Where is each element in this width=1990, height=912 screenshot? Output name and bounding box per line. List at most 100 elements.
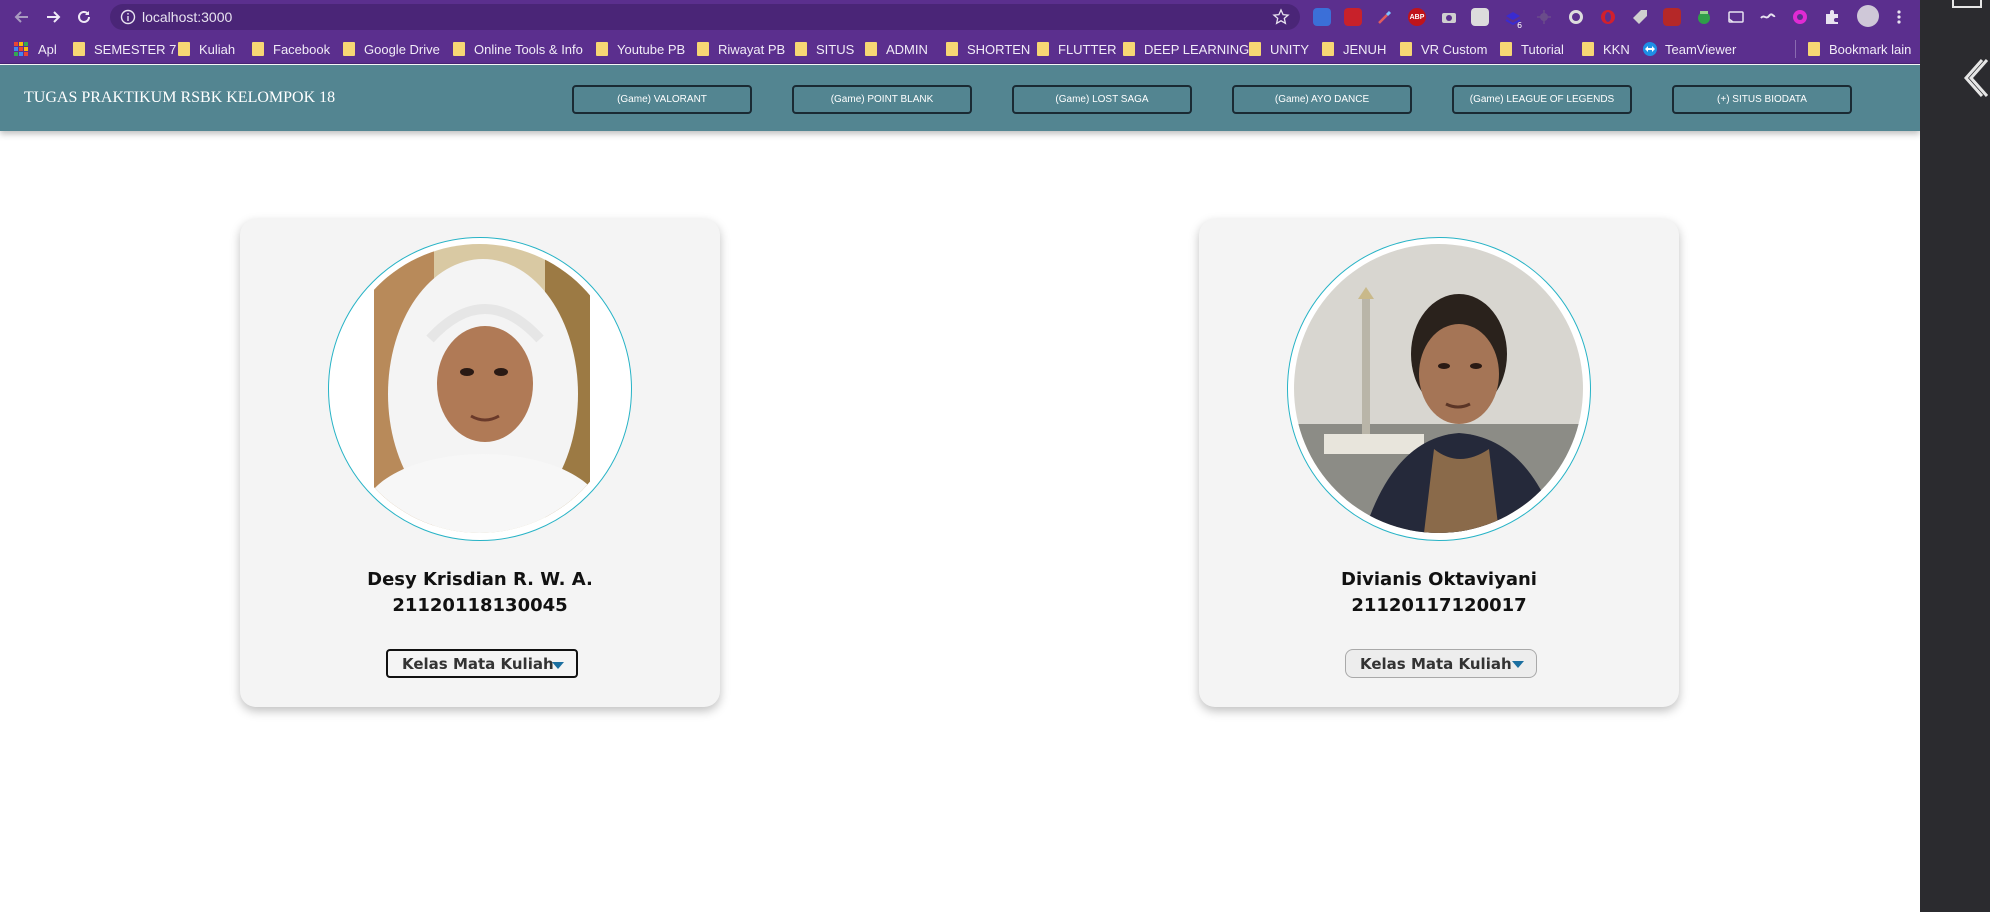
window-control-icon[interactable] <box>1952 0 1982 8</box>
teamviewer-icon <box>1643 42 1657 56</box>
avatar-photo <box>1294 244 1583 533</box>
bookmarks-divider <box>1795 40 1796 58</box>
bookmark-folder[interactable]: Tutorial <box>1500 41 1564 57</box>
camera-extension-icon[interactable] <box>1440 8 1458 26</box>
caret-down-icon <box>552 662 564 669</box>
folder-icon <box>1500 42 1512 56</box>
nav-button-league-of-legends[interactable]: (Game) LEAGUE OF LEGENDS <box>1452 85 1632 114</box>
translate-extension-icon[interactable] <box>1313 8 1331 26</box>
reload-icon <box>78 10 90 23</box>
person-nim: 21120118130045 <box>392 595 568 616</box>
nav-button-ayo-dance[interactable]: (Game) AYO DANCE <box>1232 85 1412 114</box>
folder-icon <box>1400 42 1412 56</box>
bookmark-folder[interactable]: Google Drive <box>343 41 440 57</box>
extensions-puzzle-icon[interactable] <box>1823 8 1841 26</box>
folder-icon <box>946 42 958 56</box>
man-at-monument-photo <box>1294 244 1583 533</box>
bookmark-folder[interactable]: SEMESTER 7 <box>73 41 176 57</box>
record-extension-icon[interactable] <box>1567 8 1585 26</box>
bookmark-label: VR Custom <box>1421 41 1488 57</box>
person-name: Divianis Oktaviyani <box>1341 569 1537 590</box>
folder-icon <box>865 42 877 56</box>
person-nim: 21120117120017 <box>1351 595 1527 616</box>
bookmark-folder-other[interactable]: Bookmark lain <box>1808 41 1911 57</box>
tag-extension-icon[interactable] <box>1631 8 1649 26</box>
site-info-icon[interactable] <box>120 9 136 25</box>
folder-icon <box>343 42 355 56</box>
url-text[interactable]: localhost:3000 <box>142 9 232 25</box>
site-title: TUGAS PRAKTIKUM RSBK KELOMPOK 18 <box>24 89 336 106</box>
folder-icon <box>1582 42 1594 56</box>
tool-extension-icon[interactable] <box>1663 8 1681 26</box>
back-button[interactable] <box>10 5 34 29</box>
bookmark-label: Bookmark lain <box>1829 41 1912 57</box>
omnibox[interactable]: localhost:3000 <box>110 4 1300 30</box>
eyedropper-extension-icon[interactable] <box>1376 8 1394 26</box>
bookmark-label: SITUS <box>816 41 855 57</box>
folder-icon <box>1322 42 1334 56</box>
bookmark-folder[interactable]: Facebook <box>252 41 330 57</box>
kelas-mata-kuliah-dropdown[interactable]: Kelas Mata Kuliah <box>1345 649 1537 678</box>
side-panel-strip <box>1920 0 1990 912</box>
bookmark-label: Online Tools & Info <box>474 41 583 57</box>
browser-menu-icon[interactable] <box>1890 8 1908 26</box>
avatar-ring <box>1287 237 1591 541</box>
bug-extension-icon[interactable] <box>1535 8 1553 26</box>
music-extension-icon[interactable] <box>1791 8 1809 26</box>
bookmark-folder[interactable]: Online Tools & Info <box>453 41 583 57</box>
browser-window: localhost:3000 ABP 6 Apl SEMESTER 7 Kuli… <box>0 0 1920 912</box>
bookmark-folder[interactable]: ADMIN <box>865 41 928 57</box>
bookmark-label: FLUTTER <box>1058 41 1117 57</box>
video-extension-icon[interactable] <box>1344 8 1362 26</box>
bookmark-folder[interactable]: JENUH <box>1322 41 1386 57</box>
kelas-mata-kuliah-dropdown[interactable]: Kelas Mata Kuliah <box>386 649 578 678</box>
screenshot-extension-icon[interactable] <box>1471 8 1489 26</box>
bookmark-folder[interactable]: SITUS <box>795 41 854 57</box>
folder-icon <box>252 42 264 56</box>
bookmark-folder[interactable]: UNITY <box>1249 41 1309 57</box>
bookmark-label: Apl <box>38 41 57 57</box>
bookmark-label: Tutorial <box>1521 41 1564 57</box>
bookmark-folder[interactable]: Kuliah <box>178 41 235 57</box>
bookmark-star-icon[interactable] <box>1272 8 1290 26</box>
profile-avatar-icon[interactable] <box>1857 5 1879 27</box>
folder-icon <box>795 42 807 56</box>
folder-icon <box>697 42 709 56</box>
nav-button-situs-biodata[interactable]: (+) SITUS BIODATA <box>1672 85 1852 114</box>
globe-extension-icon[interactable] <box>1695 8 1713 26</box>
forward-button[interactable] <box>41 5 65 29</box>
bookmark-label: Google Drive <box>364 41 440 57</box>
dropdown-label: Kelas Mata Kuliah <box>1360 654 1512 673</box>
bookmark-label: DEEP LEARNING <box>1144 41 1250 57</box>
nav-button-point-blank[interactable]: (Game) POINT BLANK <box>792 85 972 114</box>
bookmark-folder[interactable]: VR Custom <box>1400 41 1487 57</box>
bookmark-folder[interactable]: Youtube PB <box>596 41 685 57</box>
opera-extension-icon[interactable] <box>1599 8 1617 26</box>
bookmark-folder[interactable]: SHORTEN <box>946 41 1030 57</box>
cast-extension-icon[interactable] <box>1727 8 1745 26</box>
bookmark-teamviewer[interactable]: TeamViewer <box>1643 41 1736 57</box>
bookmark-folder[interactable]: KKN <box>1582 41 1630 57</box>
folder-icon <box>1037 42 1049 56</box>
bookmark-label: JENUH <box>1343 41 1387 57</box>
avatar-photo <box>335 244 624 533</box>
avatar-ring <box>328 237 632 541</box>
bookmark-folder[interactable]: FLUTTER <box>1037 41 1117 57</box>
bookmark-apps[interactable]: Apl <box>14 41 57 57</box>
dropdown-label: Kelas Mata Kuliah <box>402 654 554 673</box>
bookmark-label: KKN <box>1603 41 1630 57</box>
bookmark-label: Facebook <box>273 41 331 57</box>
nav-button-lost-saga[interactable]: (Game) LOST SAGA <box>1012 85 1192 114</box>
chevron-left-icon[interactable] <box>1960 56 1988 100</box>
folder-icon <box>453 42 465 56</box>
bookmark-folder[interactable]: DEEP LEARNING <box>1123 41 1249 57</box>
reload-button[interactable] <box>72 5 96 29</box>
apps-grid-icon <box>14 42 28 56</box>
adblock-extension-icon[interactable]: ABP <box>1408 8 1426 26</box>
bookmarks-bar: Apl SEMESTER 7 Kuliah Facebook Google Dr… <box>0 34 1920 64</box>
wave-extension-icon[interactable] <box>1759 8 1777 26</box>
stack-extension-icon[interactable]: 6 <box>1503 8 1522 30</box>
folder-icon <box>1808 42 1820 56</box>
bookmark-folder[interactable]: Riwayat PB <box>697 41 785 57</box>
nav-button-valorant[interactable]: (Game) VALORANT <box>572 85 752 114</box>
